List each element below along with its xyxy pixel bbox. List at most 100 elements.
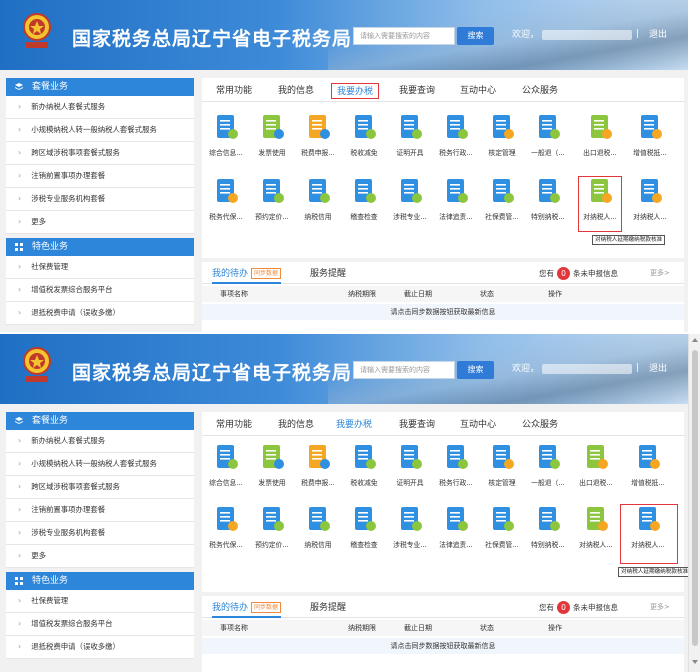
tab-query[interactable]: 我要查询 xyxy=(399,83,435,99)
function-item[interactable]: 税务代保... xyxy=(204,176,248,221)
scroll-thumb[interactable] xyxy=(692,350,698,646)
function-item[interactable]: 证明开具 xyxy=(388,112,432,157)
grid-icon xyxy=(15,577,23,585)
sidebar-item[interactable]: 新办纳税人套餐式服务 xyxy=(6,96,194,119)
tab-public-service[interactable]: 公众服务 xyxy=(522,417,558,433)
function-item[interactable]: 涉税专业... xyxy=(388,504,432,549)
col-end-date: 截止日期 xyxy=(404,624,432,632)
sidebar-item[interactable]: 跨区域涉税事项套餐式服务 xyxy=(6,142,194,165)
sidebar-item[interactable]: 小规模纳税人转一般纳税人套餐式服务 xyxy=(6,119,194,142)
tab-tax-handling[interactable]: 我要办税 xyxy=(336,417,372,433)
function-item[interactable]: 发票使用 xyxy=(250,112,294,157)
sidebar-item-more[interactable]: 更多 xyxy=(6,211,194,234)
tab-my-todo[interactable]: 我的待办 同步数据 xyxy=(212,266,282,284)
verification-icon xyxy=(493,115,514,139)
function-item[interactable]: 一般退（... xyxy=(526,112,570,157)
logout-link[interactable]: 退出 xyxy=(649,27,667,43)
function-item[interactable]: 稽查检查 xyxy=(342,176,386,221)
search-button[interactable]: 搜索 xyxy=(457,27,494,45)
logout-link[interactable]: 退出 xyxy=(649,361,667,377)
sidebar-section-package[interactable]: 套餐业务 xyxy=(6,412,194,430)
function-item[interactable]: 法律追责... xyxy=(434,504,478,549)
function-item[interactable]: 税收减免 xyxy=(342,112,386,157)
function-label: 税务行政... xyxy=(439,479,473,487)
page-scrollbar[interactable] xyxy=(688,334,700,672)
tab-public-service[interactable]: 公众服务 xyxy=(522,83,558,99)
scroll-up-arrow[interactable] xyxy=(692,338,698,342)
tab-common[interactable]: 常用功能 xyxy=(216,83,252,99)
function-item[interactable]: 出口退税... xyxy=(578,112,622,157)
function-item[interactable]: 法律追责... xyxy=(434,176,478,221)
search-input[interactable]: 请输入需要搜索的内容 xyxy=(353,27,455,45)
function-item[interactable]: 税务行政... xyxy=(434,112,478,157)
appointment-icon xyxy=(263,179,284,203)
tab-interaction[interactable]: 互动中心 xyxy=(460,417,496,433)
function-label: 一般退（... xyxy=(531,149,565,157)
sidebar-section-special[interactable]: 特色业务 xyxy=(6,572,194,590)
function-item[interactable]: 一般退（... xyxy=(526,442,570,487)
function-item[interactable]: 综合信息... xyxy=(204,112,248,157)
function-item[interactable]: 税务行政... xyxy=(434,442,478,487)
function-item[interactable]: 预约定价... xyxy=(250,504,294,549)
site-title: 国家税务总局辽宁省电子税务局 xyxy=(72,362,353,384)
search-button[interactable]: 搜索 xyxy=(457,361,494,379)
more-link[interactable]: 更多> xyxy=(650,602,670,612)
scroll-down-arrow[interactable] xyxy=(692,660,698,664)
tab-common[interactable]: 常用功能 xyxy=(216,417,252,433)
function-item[interactable]: 特别纳税... xyxy=(526,176,570,221)
function-item[interactable]: 证明开具 xyxy=(388,442,432,487)
function-item[interactable]: 特别纳税... xyxy=(526,504,570,549)
function-item[interactable]: 税费申报... xyxy=(296,442,340,487)
function-item[interactable]: 税务代保... xyxy=(204,504,248,549)
tab-query[interactable]: 我要查询 xyxy=(399,417,435,433)
tab-my-info[interactable]: 我的信息 xyxy=(278,83,314,99)
sidebar-item[interactable]: 涉税专业服务机构套餐 xyxy=(6,522,194,545)
function-item[interactable]: 综合信息... xyxy=(204,442,248,487)
sidebar-item[interactable]: 社保费管理 xyxy=(6,256,194,279)
function-item[interactable]: 税费申报... xyxy=(296,112,340,157)
function-item[interactable]: 对纳税人... xyxy=(574,504,618,549)
sync-data-button[interactable]: 同步数据 xyxy=(251,268,282,279)
function-item[interactable]: 增值税抵... xyxy=(628,112,672,157)
sidebar-item[interactable]: 社保费管理 xyxy=(6,590,194,613)
tab-my-info[interactable]: 我的信息 xyxy=(278,417,314,433)
function-item[interactable]: 预约定价... xyxy=(250,176,294,221)
todo-tabs: 我的待办 同步数据 服务提醒 您有 0 条未申报信息 更多> xyxy=(202,262,684,284)
tab-service-reminder[interactable]: 服务提醒 xyxy=(310,600,346,613)
todo-empty-row: 请点击同步数据按钮获取最新信息 xyxy=(202,638,684,654)
function-item[interactable]: 出口退税... xyxy=(574,442,618,487)
function-item[interactable]: 纳税信用 xyxy=(296,176,340,221)
function-item[interactable]: 稽查检查 xyxy=(342,504,386,549)
todo-panel: 我的待办 同步数据 服务提醒 您有 0 条未申报信息 更多> 事项名称 纳税期限 截止… xyxy=(202,262,684,332)
function-item[interactable]: 核定管理 xyxy=(480,112,524,157)
tab-interaction[interactable]: 互动中心 xyxy=(460,83,496,99)
function-item[interactable]: 社保费管... xyxy=(480,504,524,549)
sidebar-section-package[interactable]: 套餐业务 xyxy=(6,78,194,96)
sidebar-item[interactable]: 退抵税费申请（误收多缴） xyxy=(6,302,194,325)
tab-service-reminder[interactable]: 服务提醒 xyxy=(310,266,346,279)
function-item[interactable]: 税收减免 xyxy=(342,442,386,487)
function-item[interactable]: 核定管理 xyxy=(480,442,524,487)
sidebar-section-special[interactable]: 特色业务 xyxy=(6,238,194,256)
sidebar-item[interactable]: 小规模纳税人转一般纳税人套餐式服务 xyxy=(6,453,194,476)
sidebar-item[interactable]: 增值税发票综合服务平台 xyxy=(6,613,194,636)
function-item[interactable]: 增值税抵... xyxy=(626,442,670,487)
tab-my-todo[interactable]: 我的待办 同步数据 xyxy=(212,600,282,618)
sync-data-button[interactable]: 同步数据 xyxy=(251,602,282,613)
function-item[interactable]: 发票使用 xyxy=(250,442,294,487)
tab-tax-handling[interactable]: 我要办税 xyxy=(331,83,380,99)
sidebar-item-more[interactable]: 更多 xyxy=(6,545,194,568)
sidebar-item[interactable]: 增值税发票综合服务平台 xyxy=(6,279,194,302)
sidebar-item[interactable]: 新办纳税人套餐式服务 xyxy=(6,430,194,453)
sidebar-item[interactable]: 涉税专业服务机构套餐 xyxy=(6,188,194,211)
sidebar-item[interactable]: 退抵税费申请（误收多缴） xyxy=(6,636,194,659)
function-item[interactable]: 涉税专业... xyxy=(388,176,432,221)
function-item[interactable]: 社保费管... xyxy=(480,176,524,221)
function-item[interactable]: 对纳税人... xyxy=(628,176,672,221)
function-item[interactable]: 纳税信用 xyxy=(296,504,340,549)
sidebar-item[interactable]: 跨区域涉税事项套餐式服务 xyxy=(6,476,194,499)
more-link[interactable]: 更多> xyxy=(650,268,670,278)
search-input[interactable]: 请输入需要搜索的内容 xyxy=(353,361,455,379)
sidebar-item[interactable]: 注销前置事项办理套餐 xyxy=(6,499,194,522)
sidebar-item[interactable]: 注销前置事项办理套餐 xyxy=(6,165,194,188)
